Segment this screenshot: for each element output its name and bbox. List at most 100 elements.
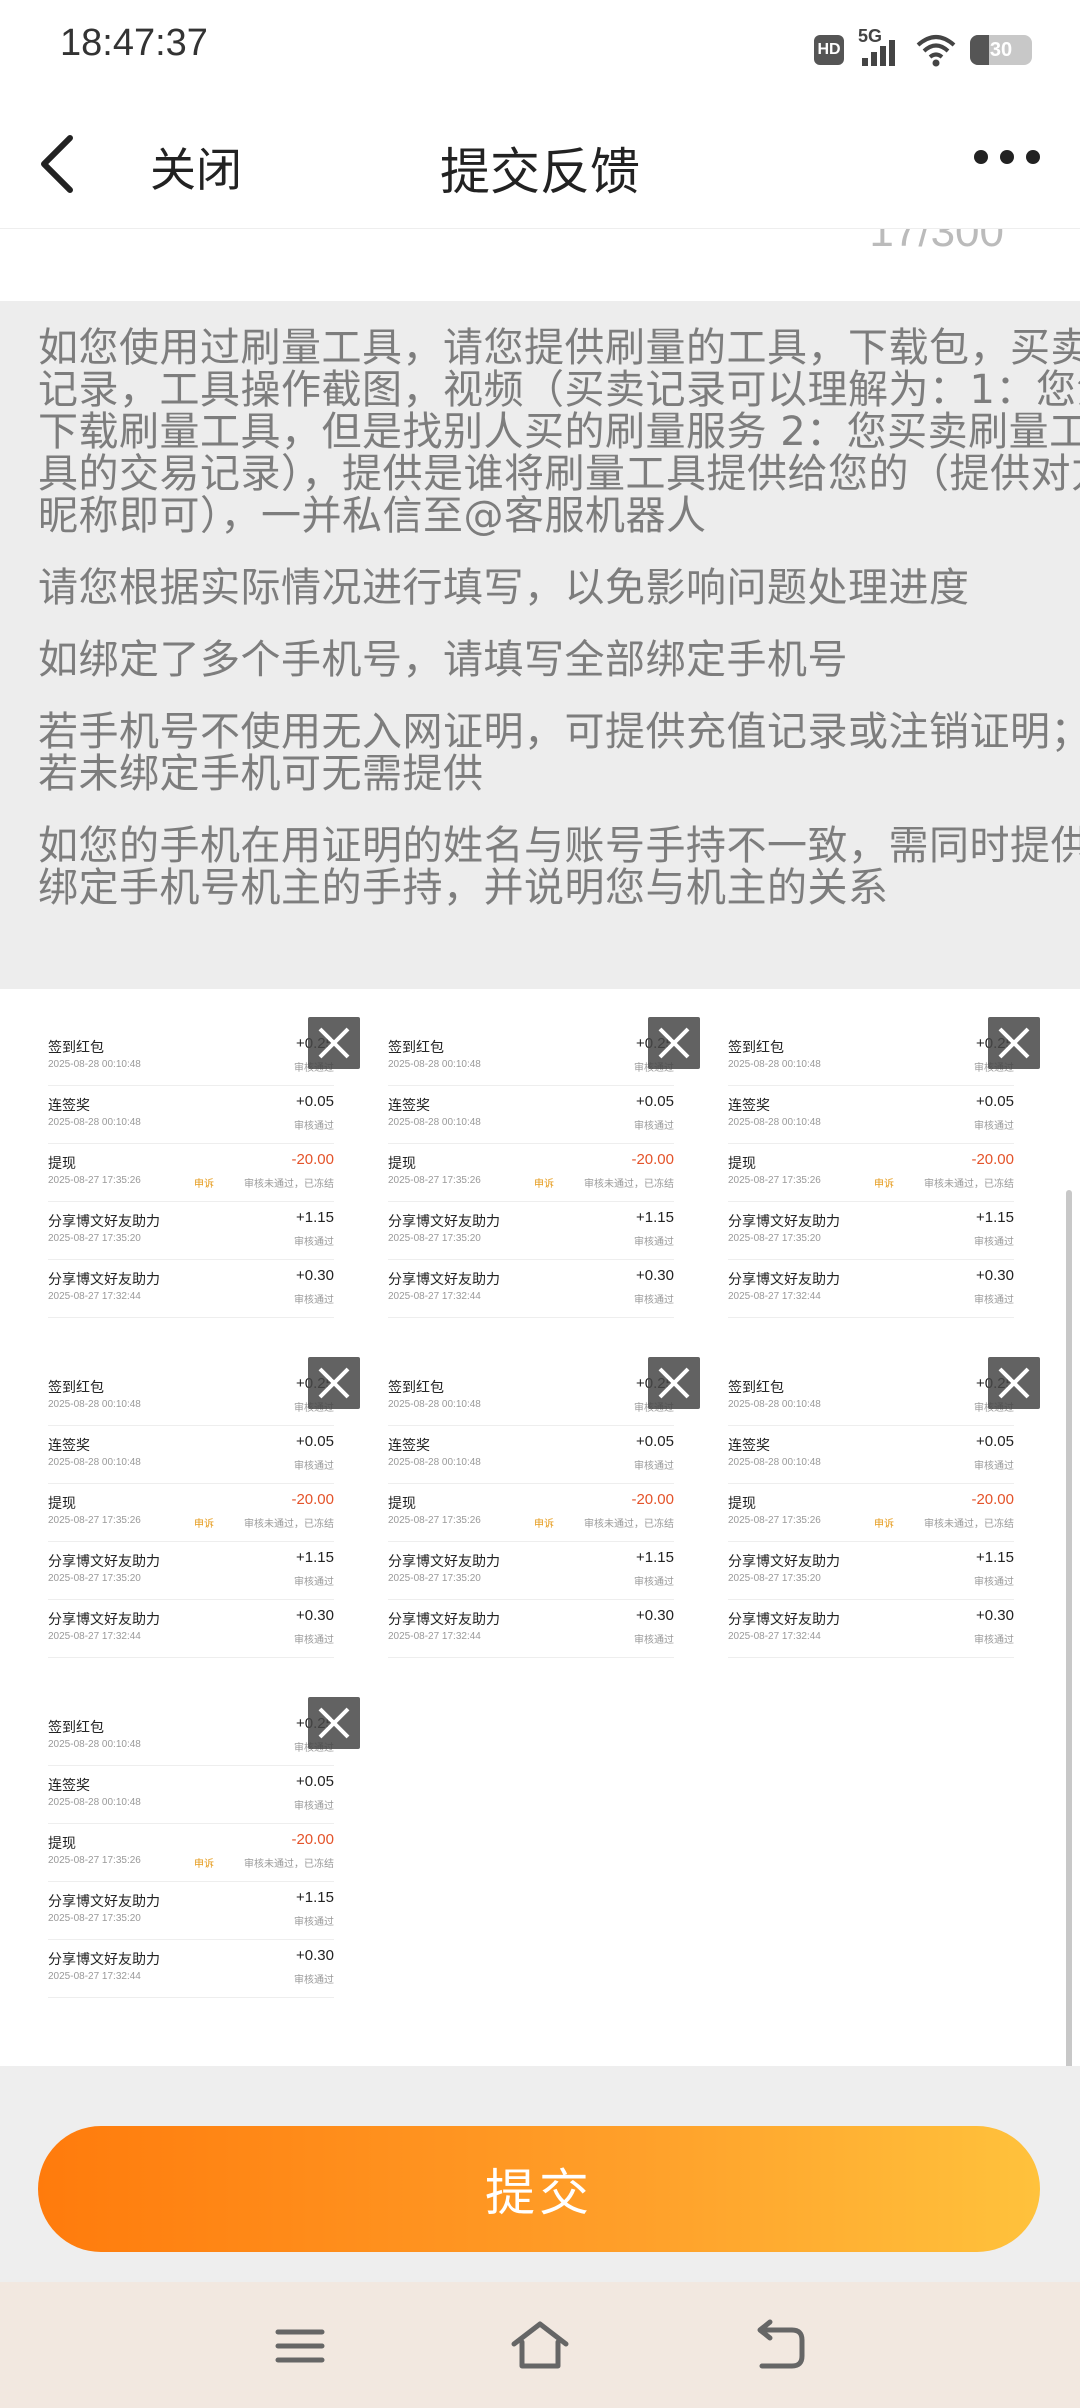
transaction-row: 签到红包2025-08-28 00:10:48+0.25审核通过 (48, 1367, 334, 1426)
transaction-status: 审核未通过，已冻结 (244, 1179, 334, 1190)
transaction-status: 审核通过 (294, 1917, 334, 1928)
notice-item: 如您的手机在用证明的姓名与账号手持不一致，需同时提供绑定手机号机主的手持，并说明… (38, 823, 1080, 911)
transaction-title: 签到红包 (48, 1720, 104, 1736)
transaction-title: 签到红包 (48, 1040, 104, 1056)
transaction-date: 2025-08-28 00:10:48 (48, 1797, 141, 1808)
transaction-row: 签到红包2025-08-28 00:10:48+0.25审核通过 (388, 1027, 674, 1086)
transaction-row: 提现 2025-08-27 17:35:26 -20.00 审核未通过，已冻结 申诉 (48, 1143, 334, 1202)
transaction-title: 签到红包 (388, 1040, 444, 1056)
transaction-title: 提现 (48, 1496, 76, 1512)
nav-bar: 关闭 提交反馈 (0, 100, 1080, 229)
uploaded-image-thumb[interactable]: 签到红包2025-08-28 00:10:48+0.25审核通过连签奖 2025-… (370, 1367, 690, 1667)
menu-icon[interactable] (270, 2318, 330, 2374)
uploaded-image-thumb[interactable]: 签到红包2025-08-28 00:10:48+0.25审核通过连签奖2025-… (30, 1027, 350, 1327)
transaction-date: 2025-08-28 00:10:48 (388, 1457, 481, 1468)
transaction-title: 连签奖 (388, 1438, 430, 1454)
close-icon[interactable] (988, 1357, 1040, 1409)
signal-icon: 5G (858, 26, 902, 70)
appeal-tag: 申诉 (194, 1179, 214, 1190)
transaction-title: 连签奖 (728, 1438, 770, 1454)
uploaded-image-thumb[interactable]: 签到红包2025-08-28 00:10:48+0.25审核通过连签奖 2025-… (710, 1367, 1030, 1667)
transaction-amount: -20.00 (971, 1491, 1014, 1508)
transaction-row: 签到红包2025-08-28 00:10:48+0.25审核通过 (728, 1027, 1014, 1086)
transaction-date: 2025-08-27 17:32:44 (728, 1631, 821, 1642)
transaction-status: 审核未通过，已冻结 (924, 1519, 1014, 1530)
transaction-date: 2025-08-28 00:10:48 (48, 1059, 141, 1070)
transaction-amount: +1.15 (976, 1549, 1014, 1566)
transaction-amount: -20.00 (291, 1151, 334, 1168)
close-icon[interactable] (648, 1017, 700, 1069)
transaction-row: 签到红包2025-08-28 00:10:48+0.25审核通过 (728, 1367, 1014, 1426)
transaction-row: 分享博文好友助力 2025-08-27 17:35:20 +1.15 审核通过 (48, 1201, 334, 1260)
notice-item: 如您使用过刷量工具，请您提供刷量的工具，下载包，买卖记录，工具操作截图，视频（买… (38, 325, 1080, 539)
transaction-title: 分享博文好友助力 (48, 1894, 160, 1910)
transaction-date: 2025-08-27 17:35:20 (48, 1233, 141, 1244)
hd-badge: HD (814, 35, 844, 65)
transaction-status: 审核通过 (634, 1295, 674, 1306)
transaction-date: 2025-08-27 17:35:26 (388, 1175, 481, 1186)
transaction-status: 审核通过 (294, 1461, 334, 1472)
transaction-row: 提现 2025-08-27 17:35:26 -20.00 审核未通过，已冻结 申诉 (48, 1483, 334, 1542)
transaction-amount: -20.00 (291, 1831, 334, 1848)
transaction-row: 分享博文好友助力 2025-08-27 17:32:44 +0.30 审核通过 (388, 1599, 674, 1658)
text-counter-strip: 17/300 (0, 229, 1080, 301)
back-arrow-icon[interactable] (750, 2318, 810, 2374)
transaction-amount: +1.15 (636, 1209, 674, 1226)
transaction-amount: +0.05 (636, 1093, 674, 1110)
transaction-title: 提现 (388, 1156, 416, 1172)
dot (974, 150, 988, 164)
battery-icon: 30 (970, 35, 1032, 65)
transaction-title: 分享博文好友助力 (388, 1272, 500, 1288)
transaction-date: 2025-08-28 00:10:48 (728, 1457, 821, 1468)
transaction-date: 2025-08-27 17:35:20 (388, 1573, 481, 1584)
uploaded-image-thumb[interactable]: 签到红包2025-08-28 00:10:48+0.25审核通过连签奖2025-… (30, 1707, 350, 2007)
transaction-row: 分享博文好友助力 2025-08-27 17:32:44 +0.30 审核通过 (388, 1259, 674, 1318)
transaction-date: 2025-08-27 17:35:26 (48, 1515, 141, 1526)
system-nav-bar (0, 2282, 1080, 2408)
notice-item: 如绑定了多个手机号，请填写全部绑定手机号 (38, 637, 848, 683)
transaction-title: 分享博文好友助力 (388, 1612, 500, 1628)
transaction-status: 审核通过 (974, 1635, 1014, 1646)
transaction-status: 审核通过 (634, 1121, 674, 1132)
transaction-row: 签到红包2025-08-28 00:10:48+0.25审核通过 (388, 1367, 674, 1426)
transaction-status: 审核通过 (294, 1801, 334, 1812)
transaction-status: 审核通过 (974, 1577, 1014, 1588)
transaction-row: 连签奖 2025-08-28 00:10:48 +0.05 审核通过 (728, 1425, 1014, 1484)
transaction-amount: -20.00 (631, 1491, 674, 1508)
home-icon[interactable] (510, 2318, 570, 2374)
close-icon[interactable] (648, 1357, 700, 1409)
transaction-title: 签到红包 (728, 1040, 784, 1056)
close-icon[interactable] (988, 1017, 1040, 1069)
transaction-row: 提现 2025-08-27 17:35:26 -20.00 审核未通过，已冻结 申诉 (48, 1823, 334, 1882)
transaction-date: 2025-08-27 17:35:26 (48, 1175, 141, 1186)
transaction-amount: +0.05 (296, 1093, 334, 1110)
transaction-date: 2025-08-28 00:10:48 (48, 1117, 141, 1128)
transaction-amount: +0.30 (636, 1607, 674, 1624)
close-icon[interactable] (308, 1357, 360, 1409)
transaction-status: 审核通过 (974, 1237, 1014, 1248)
transaction-row: 签到红包2025-08-28 00:10:48+0.25审核通过 (48, 1027, 334, 1086)
uploaded-image-thumb[interactable]: 签到红包2025-08-28 00:10:48+0.25审核通过连签奖2025-… (30, 1367, 350, 1667)
close-icon[interactable] (308, 1697, 360, 1749)
appeal-tag: 申诉 (194, 1859, 214, 1870)
transaction-date: 2025-08-27 17:32:44 (48, 1971, 141, 1982)
uploaded-image-thumb[interactable]: 签到红包2025-08-28 00:10:48+0.25审核通过连签奖2025-… (370, 1027, 690, 1327)
transaction-row: 分享博文好友助力 2025-08-27 17:32:44 +0.30 审核通过 (48, 1259, 334, 1318)
transaction-date: 2025-08-28 00:10:48 (48, 1399, 141, 1410)
close-icon[interactable] (308, 1017, 360, 1069)
transaction-date: 2025-08-28 00:10:48 (388, 1059, 481, 1070)
more-dots-icon[interactable] (974, 150, 1040, 164)
transaction-row: 提现 2025-08-27 17:35:26 -20.00 审核未通过，已冻结 申诉 (388, 1483, 674, 1542)
transaction-date: 2025-08-28 00:10:48 (728, 1399, 821, 1410)
transaction-row: 分享博文好友助力 2025-08-27 17:32:44 +0.30 审核通过 (728, 1259, 1014, 1318)
transaction-status: 审核通过 (974, 1121, 1014, 1132)
submit-button[interactable]: 提交 (38, 2126, 1040, 2252)
transaction-amount: +1.15 (296, 1209, 334, 1226)
transaction-amount: -20.00 (971, 1151, 1014, 1168)
transaction-title: 提现 (388, 1496, 416, 1512)
transaction-status: 审核通过 (294, 1237, 334, 1248)
transaction-title: 分享博文好友助力 (728, 1214, 840, 1230)
transaction-date: 2025-08-27 17:32:44 (48, 1631, 141, 1642)
uploaded-image-thumb[interactable]: 签到红包2025-08-28 00:10:48+0.25审核通过连签奖2025-… (710, 1027, 1030, 1327)
transaction-row: 分享博文好友助力 2025-08-27 17:32:44 +0.30 审核通过 (728, 1599, 1014, 1658)
